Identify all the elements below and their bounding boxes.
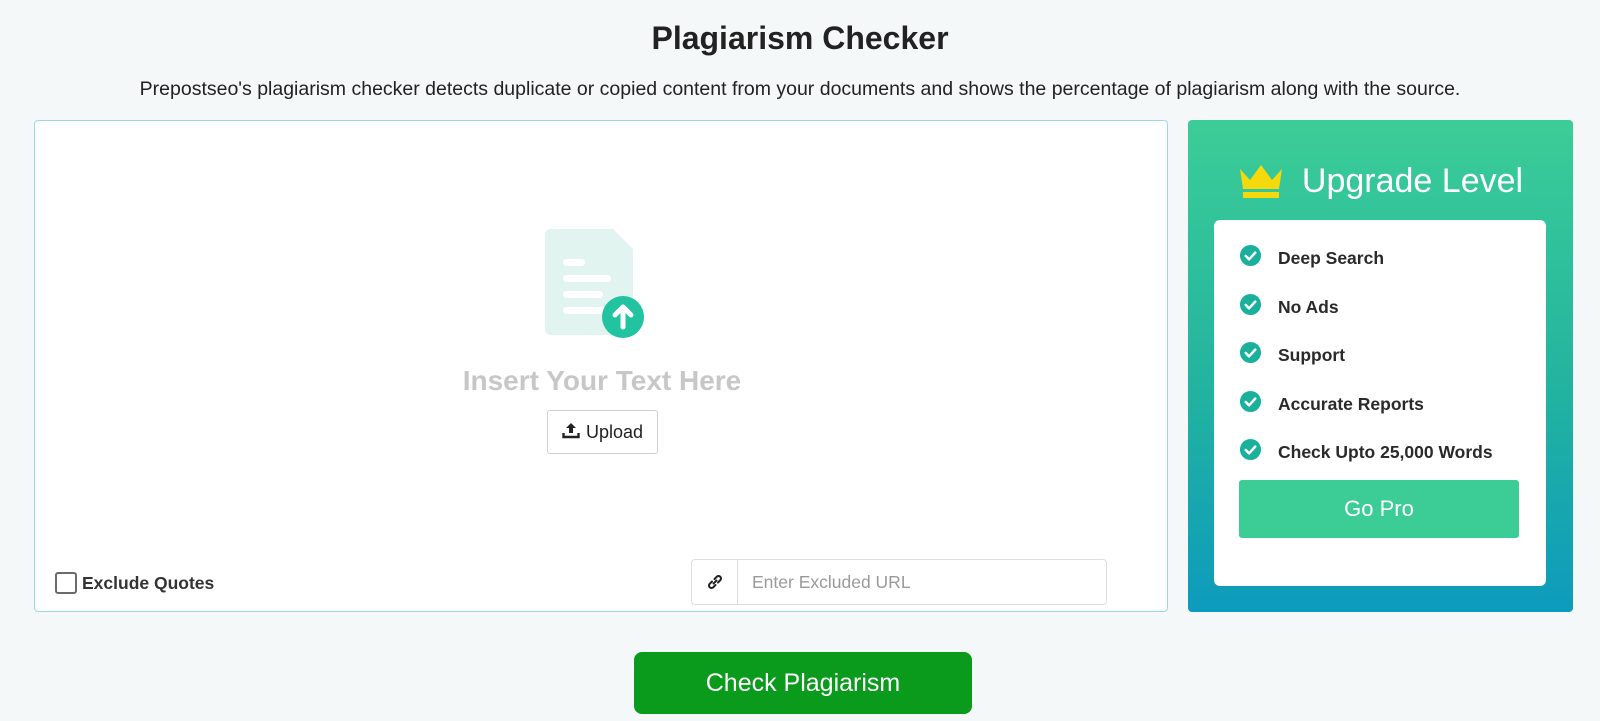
check-circle-icon	[1239, 244, 1262, 267]
feature-label: No Ads	[1278, 296, 1339, 317]
document-upload-icon	[543, 229, 647, 343]
exclude-quotes-label: Exclude Quotes	[82, 572, 215, 593]
upgrade-panel: Upgrade Level Deep Search No Ads Support…	[1188, 120, 1573, 612]
excluded-url-group	[691, 559, 1107, 605]
upgrade-header: Upgrade Level	[1188, 156, 1573, 206]
feature-item: Support	[1239, 341, 1493, 390]
feature-list: Deep Search No Ads Support Accurate Repo…	[1239, 244, 1493, 487]
upload-icon	[562, 421, 580, 444]
feature-label: Support	[1278, 345, 1346, 365]
feature-label: Deep Search	[1278, 248, 1385, 268]
check-plagiarism-button[interactable]: Check Plagiarism	[634, 652, 972, 714]
page-subtitle: Prepostseo's plagiarism checker detects …	[139, 78, 1461, 100]
check-circle-icon	[1239, 293, 1262, 315]
feature-item: Accurate Reports	[1239, 390, 1493, 439]
upload-button[interactable]: Upload	[547, 410, 658, 454]
feature-label: Check Upto 25,000 Words	[1278, 442, 1493, 462]
check-circle-icon	[1239, 438, 1262, 461]
check-circle-icon	[1239, 390, 1262, 412]
features-card: Deep Search No Ads Support Accurate Repo…	[1214, 220, 1546, 586]
exclude-quotes-checkbox[interactable]	[55, 572, 77, 594]
exclude-quotes-option[interactable]: Exclude Quotes	[55, 571, 214, 595]
crown-icon	[1239, 165, 1282, 198]
insert-text-placeholder: Insert Your Text Here	[462, 365, 742, 396]
feature-item: Deep Search	[1239, 244, 1493, 293]
text-editor[interactable]: Insert Your Text Here Upload Exclude Quo…	[34, 120, 1168, 612]
check-circle-icon	[1239, 341, 1262, 364]
go-pro-button[interactable]: Go Pro	[1239, 480, 1519, 538]
feature-label: Accurate Reports	[1278, 393, 1424, 414]
upgrade-title: Upgrade Level	[1301, 161, 1524, 200]
upload-button-label: Upload	[585, 421, 644, 442]
feature-item: No Ads	[1239, 293, 1493, 342]
excluded-url-input[interactable]	[738, 560, 1106, 604]
link-icon	[692, 560, 738, 604]
page-title: Plagiarism Checker	[651, 20, 949, 56]
plagiarism-checker-page: Plagiarism Checker Prepostseo's plagiari…	[0, 0, 1600, 721]
